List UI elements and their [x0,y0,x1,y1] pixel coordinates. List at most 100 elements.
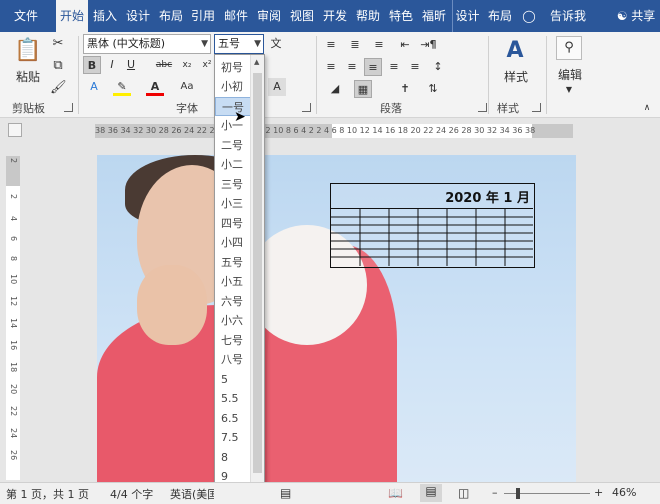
scroll-up-icon[interactable]: ▲ [254,58,259,66]
document-page[interactable]: 2020 年 1 月 [97,155,576,485]
font-size-option[interactable]: 八号 [215,350,251,369]
font-color-icon[interactable]: A [146,78,164,96]
shading-icon[interactable]: ◢ [326,80,344,98]
show-marks-icon[interactable]: ¶ [424,36,442,54]
underline-button[interactable]: U [122,56,140,74]
borders-icon[interactable]: ▦ [354,80,372,98]
clipboard-launcher-icon[interactable] [64,103,73,112]
web-layout-icon[interactable]: ◫ [458,486,469,500]
change-case-icon[interactable]: Aa [178,78,196,96]
font-size-option[interactable]: 8 [215,448,251,467]
font-launcher-icon[interactable] [302,103,311,112]
font-size-combo[interactable]: 五号 ▼ [214,34,264,54]
editing-button[interactable]: 编辑 [558,66,582,83]
language-indicator[interactable]: 英语(美国) [170,486,214,502]
bold-button[interactable]: B [83,56,101,74]
line-spacing-icon[interactable]: ↕ [429,58,447,76]
font-size-option[interactable]: 小五 [215,272,251,291]
calendar-grid[interactable] [331,208,533,266]
print-layout-icon[interactable]: ▤ [420,484,442,502]
font-size-option[interactable]: 7.5 [215,428,251,447]
text-effects-icon[interactable]: A [85,78,103,96]
tab-developer[interactable]: 开发 [320,0,350,32]
font-size-option[interactable]: 小三 [215,194,251,213]
font-size-option[interactable]: 小初 [215,77,251,96]
tab-design[interactable]: 设计 [123,0,153,32]
tab-home[interactable]: 开始 [56,0,88,32]
strikethrough-button[interactable]: abc [155,56,173,74]
font-size-option[interactable]: 七号 [215,331,251,350]
paste-button[interactable]: 粘贴 [16,68,40,85]
font-name-combo[interactable]: 黑体 (中文标题) ▼ [83,34,211,54]
zoom-out-button[interactable]: – [492,486,498,499]
font-size-option[interactable]: 三号 [215,175,251,194]
chinese-layout-icon[interactable]: ✝ [396,80,414,98]
font-size-option[interactable]: 四号 [215,214,251,233]
tab-special[interactable]: 特色 [386,0,416,32]
align-left-icon[interactable]: ≡ [322,58,340,76]
tab-table-design[interactable]: 设计 [452,0,482,32]
zoom-in-button[interactable]: + [594,486,603,499]
word-count[interactable]: 4/4 个字 [110,486,153,502]
tab-references[interactable]: 引用 [188,0,218,32]
align-center-icon[interactable]: ≡ [343,58,361,76]
tab-mailings[interactable]: 邮件 [221,0,251,32]
distributed-icon[interactable]: ≡ [406,58,424,76]
sort-icon[interactable]: ⇅ [424,80,442,98]
font-size-option[interactable]: 5 [215,370,251,389]
subscript-button[interactable]: x₂ [178,56,196,74]
justify-icon[interactable]: ≡ [385,58,403,76]
paste-icon[interactable]: 📋 [14,38,41,64]
tab-insert[interactable]: 插入 [90,0,120,32]
copy-icon[interactable]: ⧉ [50,58,66,74]
zoom-level[interactable]: 46% [612,486,636,499]
paragraph-launcher-icon[interactable] [478,103,487,112]
numbering-icon[interactable]: ≣ [346,36,364,54]
calendar-table[interactable]: 2020 年 1 月 [330,183,535,268]
zoom-slider-thumb[interactable] [516,488,520,499]
chevron-down-icon[interactable]: ▼ [562,82,576,98]
tell-me-search[interactable]: 告诉我 [548,0,588,32]
font-size-option[interactable]: 五号 [215,253,251,272]
tab-layout[interactable]: 布局 [156,0,186,32]
find-icon[interactable]: ⚲ [556,36,582,60]
styles-button[interactable]: 样式 [504,68,528,85]
tab-foxit[interactable]: 福昕 [419,0,449,32]
bullets-icon[interactable]: ≡ [322,36,340,54]
cut-icon[interactable]: ✂ [50,36,66,52]
font-size-option[interactable]: 5.5 [215,389,251,408]
font-size-option[interactable]: 小六 [215,311,251,330]
font-size-option[interactable]: 小四 [215,233,251,252]
multilevel-list-icon[interactable]: ≡ [370,36,388,54]
page-count[interactable]: 第 1 页，共 1 页 [6,486,89,502]
character-shading-icon[interactable]: A [268,78,286,96]
font-size-option[interactable]: 二号 [215,136,251,155]
decrease-indent-icon[interactable]: ⇤ [396,36,414,54]
styles-launcher-icon[interactable] [532,103,541,112]
share-button[interactable]: ☯ 共享 [612,0,660,32]
italic-button[interactable]: I [103,56,121,74]
font-size-option[interactable]: 六号 [215,292,251,311]
dropdown-scrollbar[interactable]: ▲ [250,55,264,503]
tab-table-layout[interactable]: 布局 [485,0,515,32]
font-size-option[interactable]: 6.5 [215,409,251,428]
font-size-option[interactable]: 初号 [215,58,251,77]
chevron-down-icon[interactable]: ▼ [201,35,208,53]
collapse-ribbon-icon[interactable]: ∧ [640,100,654,116]
lightbulb-icon[interactable]: ◯ [522,0,536,32]
vertical-ruler[interactable]: 2 2 4 6 8 10 12 14 16 18 20 22 24 26 [6,156,20,480]
chevron-down-icon[interactable]: ▼ [254,35,261,53]
horizontal-ruler[interactable]: 38 36 34 32 30 28 26 24 22 20 18 16 14 1… [95,124,573,138]
scrollbar-thumb[interactable] [253,73,262,473]
macro-record-icon[interactable]: ▤ [280,486,291,500]
format-painter-icon[interactable]: 🖌 [50,80,67,96]
tab-review[interactable]: 审阅 [254,0,284,32]
tab-help[interactable]: 帮助 [353,0,383,32]
read-mode-icon[interactable]: 📖 [388,486,403,500]
align-right-icon[interactable]: ≡ [364,58,382,76]
tab-view[interactable]: 视图 [287,0,317,32]
tab-selector[interactable] [8,123,22,137]
highlight-icon[interactable]: ✎ [113,78,131,96]
styles-icon[interactable]: A [502,38,528,64]
pinyin-guide-icon[interactable]: 文 [268,36,284,52]
